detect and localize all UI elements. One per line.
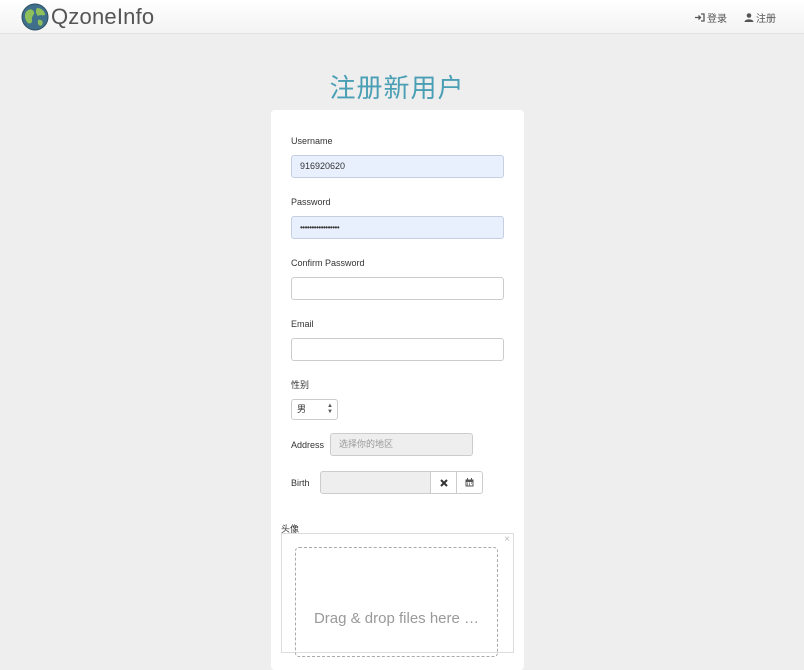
email-label: Email	[291, 319, 314, 329]
page-title: 注册新用户	[329, 74, 465, 104]
remove-icon	[439, 478, 448, 487]
confirm-password-input[interactable]	[291, 277, 504, 300]
globe-icon	[21, 3, 49, 31]
select-arrows-icon: ▲ ▼	[327, 403, 333, 415]
login-label: 登录	[707, 14, 727, 25]
username-input[interactable]: 916920620	[291, 155, 504, 178]
address-label: Address	[291, 440, 325, 450]
confirm-password-label: Confirm Password	[291, 258, 365, 268]
calendar-icon	[465, 478, 474, 487]
birth-clear-button[interactable]	[430, 471, 457, 494]
close-icon[interactable]: ×	[504, 534, 510, 545]
register-label: 注册	[756, 14, 776, 25]
sign-in-icon	[695, 13, 705, 22]
dropzone-text: Drag & drop files here …	[313, 610, 480, 627]
birth-input[interactable]	[320, 471, 431, 494]
brand-name: QzoneInfo	[51, 4, 155, 29]
avatar-uploader[interactable]: × Drag & drop files here …	[281, 533, 514, 657]
navbar: QzoneInfo 登录 注册	[0, 0, 804, 34]
brand-link[interactable]: QzoneInfo	[20, 2, 154, 32]
gender-selected: 男	[297, 404, 307, 414]
gender-label: 性别	[291, 380, 310, 390]
user-icon	[744, 13, 754, 22]
register-link[interactable]: 注册	[744, 10, 776, 25]
login-link[interactable]: 登录	[695, 10, 727, 25]
password-input[interactable]: •••••••••••••••••	[291, 216, 504, 239]
birth-label: Birth	[291, 478, 310, 488]
password-label: Password	[291, 197, 331, 207]
birth-calendar-button[interactable]	[456, 471, 483, 494]
gender-select[interactable]: 男 ▲ ▼	[291, 399, 338, 420]
email-input[interactable]	[291, 338, 504, 361]
username-label: Username	[291, 136, 333, 146]
address-input[interactable]: 选择你的地区	[330, 433, 473, 456]
